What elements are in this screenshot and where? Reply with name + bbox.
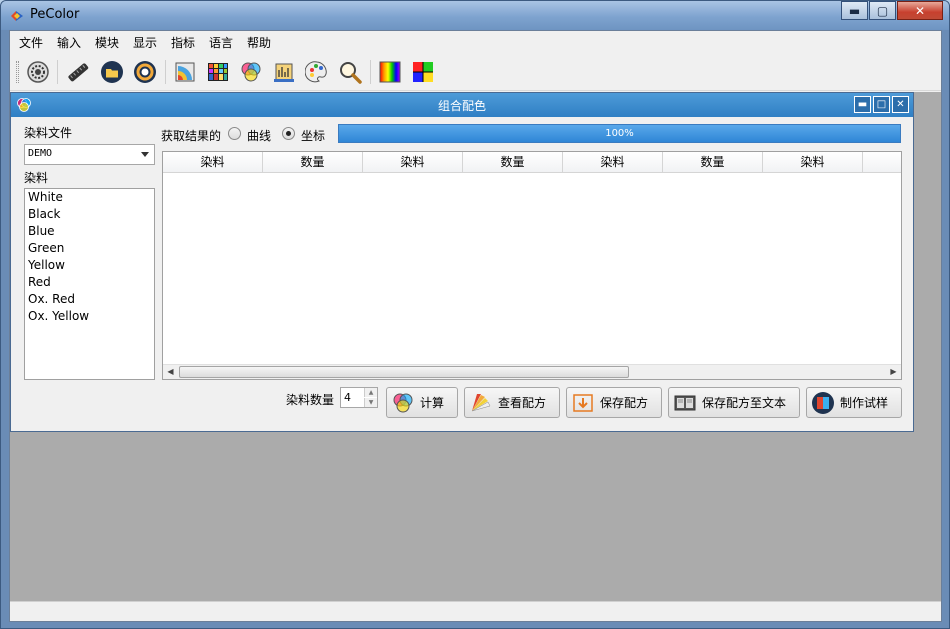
- radio-coordinate[interactable]: [282, 127, 295, 140]
- dye-list[interactable]: White Black Blue Green Yellow Red Ox. Re…: [24, 188, 155, 380]
- column-header[interactable]: 数量: [663, 152, 763, 173]
- color-fan-icon: [468, 390, 494, 416]
- save-recipe-button[interactable]: 保存配方: [566, 387, 662, 418]
- dyes-label: 染料: [24, 171, 49, 185]
- make-sample-label: 制作试样: [840, 396, 889, 410]
- child-title-bar[interactable]: 组合配色 ▬ □ ✕: [11, 93, 913, 117]
- spectro-icon[interactable]: [270, 58, 298, 86]
- calculate-button[interactable]: 计算: [386, 387, 458, 418]
- dye-file-label: 染料文件: [24, 126, 73, 140]
- maximize-button[interactable]: ▢: [869, 1, 896, 20]
- color-grid-icon[interactable]: [204, 58, 232, 86]
- make-sample-button[interactable]: 制作试样: [806, 387, 902, 418]
- column-header[interactable]: 数量: [463, 152, 563, 173]
- color-ring-icon[interactable]: [131, 58, 159, 86]
- list-item[interactable]: Ox. Yellow: [28, 309, 89, 323]
- minimize-button[interactable]: ▬: [841, 1, 868, 20]
- download-icon: [570, 390, 596, 416]
- menu-language[interactable]: 语言: [209, 34, 233, 51]
- column-header[interactable]: 数量: [863, 152, 901, 173]
- document-icon: [672, 390, 698, 416]
- toolbar-separator: [57, 60, 58, 84]
- table-header: 染料 数量 染料 数量 染料 数量 染料 数量: [163, 152, 901, 173]
- radio-curve-label[interactable]: 曲线: [247, 127, 271, 144]
- title-bar[interactable]: PeColor ▬ ▢ ✕: [1, 1, 949, 30]
- radio-curve[interactable]: [228, 127, 241, 140]
- toolbar: [10, 53, 941, 91]
- list-item[interactable]: Ox. Red: [28, 292, 75, 306]
- color-circles-icon: [390, 390, 416, 416]
- list-item[interactable]: Yellow: [28, 258, 65, 272]
- window-title: PeColor: [30, 7, 80, 22]
- palette-icon[interactable]: [303, 58, 331, 86]
- scroll-right-icon[interactable]: ▶: [886, 365, 901, 379]
- dye-file-select[interactable]: DEMO: [24, 144, 155, 165]
- spin-down-icon[interactable]: ▼: [364, 398, 377, 407]
- radio-coordinate-label[interactable]: 坐标: [301, 127, 325, 144]
- save-recipe-text-label: 保存配方至文本: [702, 396, 787, 410]
- dye-count-spinner[interactable]: 4 ▲ ▼: [340, 387, 378, 408]
- client-area: 文件 输入 模块 显示 指标 语言 帮助 组合配色 ▬ □ ✕ 染料文件 DEM…: [9, 30, 942, 622]
- close-button[interactable]: ✕: [897, 1, 943, 20]
- progress-bar: 100%: [338, 124, 901, 143]
- menu-input[interactable]: 输入: [57, 34, 81, 51]
- toolbar-separator: [165, 60, 166, 84]
- child-window-title: 组合配色: [437, 99, 486, 113]
- spin-up-icon[interactable]: ▲: [364, 388, 377, 397]
- spectrum-icon[interactable]: [376, 58, 404, 86]
- chevron-down-icon[interactable]: [141, 152, 149, 157]
- status-bar: [10, 601, 941, 621]
- list-item[interactable]: Blue: [28, 224, 55, 238]
- menu-index[interactable]: 指标: [171, 34, 195, 51]
- result-mode-label: 获取结果的: [161, 129, 222, 143]
- folder-icon[interactable]: [98, 58, 126, 86]
- column-header[interactable]: 染料: [163, 152, 263, 173]
- list-item[interactable]: Green: [28, 241, 64, 255]
- color-circles-icon[interactable]: [237, 58, 265, 86]
- dye-count-label: 染料数量: [286, 393, 335, 407]
- ruler-icon[interactable]: [64, 58, 92, 86]
- main-window: PeColor ▬ ▢ ✕ 文件 输入 模块 显示 指标 语言 帮助 组合配色 …: [0, 0, 950, 629]
- color-fan-icon[interactable]: [171, 58, 199, 86]
- list-item[interactable]: Red: [28, 275, 51, 289]
- column-header[interactable]: 染料: [763, 152, 863, 173]
- list-item[interactable]: White: [28, 190, 63, 204]
- recipe-table[interactable]: 染料 数量 染料 数量 染料 数量 染料 数量 ◀ ▶: [162, 151, 902, 380]
- list-item[interactable]: Black: [28, 207, 60, 221]
- scroll-left-icon[interactable]: ◀: [163, 365, 178, 379]
- child-maximize-button[interactable]: □: [873, 96, 890, 113]
- magnifier-icon[interactable]: [336, 58, 364, 86]
- menu-display[interactable]: 显示: [133, 34, 157, 51]
- mdi-workspace: 组合配色 ▬ □ ✕ 染料文件 DEMO 染料 White Black Blue…: [10, 92, 941, 601]
- toolbar-separator: [370, 60, 371, 84]
- sample-icon: [810, 390, 836, 416]
- save-recipe-text-button[interactable]: 保存配方至文本: [668, 387, 800, 418]
- dye-file-value: DEMO: [28, 148, 53, 159]
- column-header[interactable]: 染料: [563, 152, 663, 173]
- save-recipe-label: 保存配方: [600, 396, 649, 410]
- scroll-thumb[interactable]: [179, 366, 629, 378]
- column-header[interactable]: 数量: [263, 152, 363, 173]
- menu-module[interactable]: 模块: [95, 34, 119, 51]
- menu-help[interactable]: 帮助: [247, 34, 271, 51]
- color-square-icon[interactable]: [409, 58, 437, 86]
- view-recipe-label: 查看配方: [498, 396, 547, 410]
- child-minimize-button[interactable]: ▬: [854, 96, 871, 113]
- child-close-button[interactable]: ✕: [892, 96, 909, 113]
- progress-text: 100%: [605, 128, 634, 139]
- view-recipe-button[interactable]: 查看配方: [464, 387, 560, 418]
- toolbar-grip[interactable]: [16, 61, 19, 83]
- menu-bar: 文件 输入 模块 显示 指标 语言 帮助: [10, 31, 941, 52]
- dye-count-value: 4: [344, 391, 351, 404]
- horizontal-scrollbar[interactable]: ◀ ▶: [163, 364, 901, 379]
- calculate-label: 计算: [420, 396, 445, 410]
- combo-color-window: 组合配色 ▬ □ ✕ 染料文件 DEMO 染料 White Black Blue…: [10, 92, 914, 432]
- menu-file[interactable]: 文件: [19, 34, 43, 51]
- settings-icon[interactable]: [24, 58, 52, 86]
- pecolor-app-icon: [9, 8, 25, 24]
- column-header[interactable]: 染料: [363, 152, 463, 173]
